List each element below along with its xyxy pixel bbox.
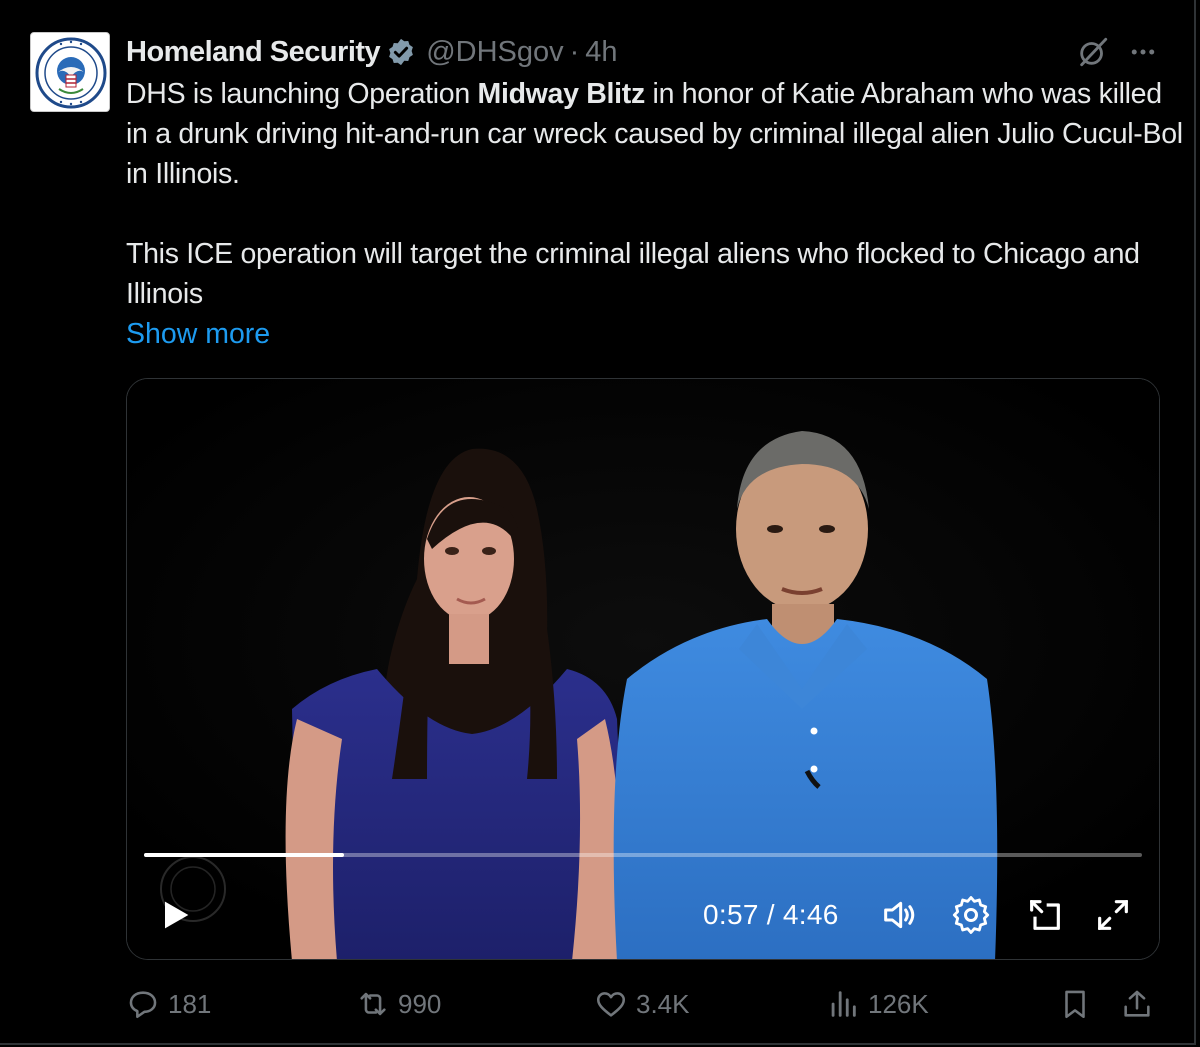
tweet-header: Homeland Security @DHSgov · 4h — [126, 30, 618, 74]
show-more-link[interactable]: Show more — [126, 314, 270, 354]
share-icon — [1124, 990, 1150, 1017]
video-still-image — [127, 379, 1159, 959]
video-player[interactable]: 0:57 / 4:46 — [126, 378, 1160, 960]
video-progress-fill — [144, 853, 344, 857]
volume-icon[interactable] — [879, 895, 919, 935]
views-count: 126K — [868, 988, 929, 1019]
tweet: Homeland Security @DHSgov · 4h DHS is la… — [0, 0, 1200, 1047]
bookmark-icon — [1065, 990, 1085, 1019]
settings-gear-icon[interactable] — [951, 895, 991, 935]
bookmark-button[interactable] — [1058, 980, 1100, 1028]
tweet-action-bar: 181 990 3.4K 126K — [126, 980, 1166, 1028]
repost-icon — [360, 992, 386, 1016]
play-icon[interactable] — [155, 895, 195, 935]
video-frame — [127, 379, 1159, 959]
tweet-text: DHS is launching Operation Midway Blitz … — [126, 74, 1186, 314]
picture-in-picture-icon[interactable] — [1025, 895, 1065, 935]
verified-badge-icon[interactable] — [386, 37, 416, 67]
separator: · — [569, 35, 580, 68]
fullscreen-icon[interactable] — [1093, 895, 1133, 935]
tweet-paragraph-2: This ICE operation will target the crimi… — [126, 238, 1140, 310]
video-progress-bar[interactable] — [144, 853, 1142, 857]
views-chart-icon — [831, 991, 856, 1017]
dhs-seal-icon — [31, 33, 109, 111]
share-button[interactable] — [1120, 980, 1162, 1028]
reply-icon — [129, 991, 157, 1019]
tweet-paragraph-1: DHS is launching Operation Midway Blitz … — [126, 74, 1186, 194]
avatar[interactable] — [30, 32, 110, 112]
video-time-display: 0:57 / 4:46 — [703, 899, 839, 930]
timestamp[interactable]: 4h — [585, 36, 617, 69]
bold-text: Midway Blitz — [477, 78, 646, 110]
more-options-icon[interactable] — [1128, 37, 1158, 67]
grok-icon[interactable] — [1076, 35, 1110, 69]
tweet-top-actions — [1076, 30, 1158, 74]
views-button[interactable]: 126K — [826, 980, 929, 1028]
reply-count: 181 — [168, 988, 212, 1019]
heart-icon — [596, 992, 626, 1017]
display-name[interactable]: Homeland Security — [126, 36, 381, 69]
like-button[interactable]: 3.4K — [594, 980, 690, 1028]
text-segment: DHS is launching Operation — [126, 78, 478, 110]
handle[interactable]: @DHSgov — [426, 36, 563, 69]
like-count: 3.4K — [636, 988, 690, 1019]
repost-count: 990 — [398, 988, 442, 1019]
repost-button[interactable]: 990 — [356, 980, 441, 1028]
reply-button[interactable]: 181 — [126, 980, 211, 1028]
